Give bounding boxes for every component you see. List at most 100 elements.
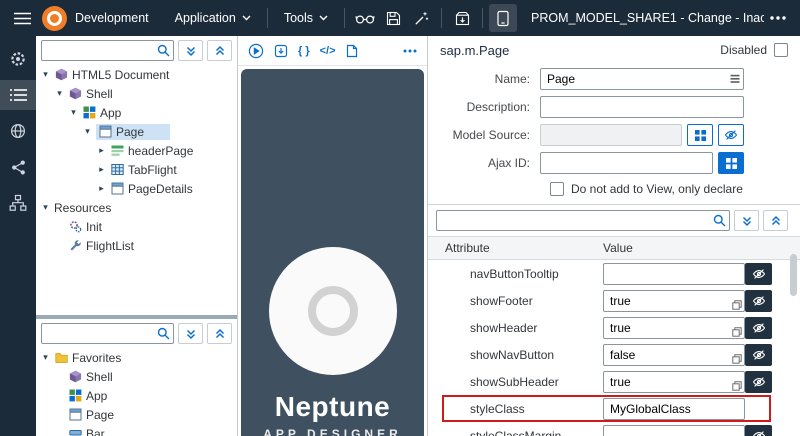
ajax-id-field-row: Ajax ID: xyxy=(440,152,788,174)
neptune-splash-logo xyxy=(268,247,397,375)
menu-icon[interactable] xyxy=(8,4,36,32)
bind-copy-icon[interactable] xyxy=(732,380,742,391)
declare-checkbox[interactable] xyxy=(550,182,564,196)
code-icon[interactable]: </> xyxy=(320,45,336,57)
bind-copy-icon[interactable] xyxy=(732,326,742,337)
settings-gear-icon[interactable] xyxy=(0,44,36,74)
favorites-search-input[interactable] xyxy=(41,323,174,344)
tree-item-resources[interactable]: ▾ Resources xyxy=(36,198,237,217)
app-grid-icon xyxy=(68,389,83,403)
ajax-id-button[interactable] xyxy=(718,152,744,174)
attribute-value-input[interactable] xyxy=(603,370,745,393)
expand-arrow[interactable]: ▾ xyxy=(54,88,65,99)
model-source-field-row: Model Source: xyxy=(440,124,788,146)
file-icon[interactable] xyxy=(346,44,358,58)
tree-item-label: Bar xyxy=(86,426,105,436)
attributes-search-bar xyxy=(428,204,800,236)
expand-arrow[interactable]: ▾ xyxy=(82,126,93,137)
tree-item-html5-document[interactable]: ▾ HTML5 Document xyxy=(36,65,237,84)
disabled-checkbox[interactable] xyxy=(774,43,788,57)
tree-item-fav-page[interactable]: Page xyxy=(36,405,237,424)
attribute-row-navbuttontooltip: navButtonTooltip xyxy=(428,260,800,287)
tree-item-init[interactable]: Init xyxy=(36,217,237,236)
tree-item-label: Shell xyxy=(86,86,113,101)
visibility-button[interactable] xyxy=(745,316,772,339)
tree-item-fav-shell[interactable]: Shell xyxy=(36,367,237,386)
device-preview-icon[interactable] xyxy=(489,4,517,32)
tree-item-label: TabFlight xyxy=(128,162,177,177)
model-source-visibility-button[interactable] xyxy=(718,124,744,146)
expand-all-button[interactable] xyxy=(178,323,203,344)
tools-menu[interactable]: Tools xyxy=(274,0,338,36)
ajax-id-input[interactable] xyxy=(540,152,713,174)
properties-panel: sap.m.Page Disabled Name: Description: M… xyxy=(428,36,800,436)
wand-icon[interactable] xyxy=(407,4,435,32)
tree-item-fav-app[interactable]: App xyxy=(36,386,237,405)
attribute-value-input[interactable] xyxy=(603,343,745,366)
share-icon[interactable] xyxy=(0,152,36,182)
scrollbar-thumb[interactable] xyxy=(790,254,797,296)
more-icon[interactable] xyxy=(403,49,417,53)
tree-item-fav-bar[interactable]: Bar xyxy=(36,424,237,436)
run-icon[interactable] xyxy=(248,43,264,59)
bind-copy-icon[interactable] xyxy=(732,353,742,364)
tree-item-tabflight[interactable]: ▸ TabFlight xyxy=(36,160,237,179)
attribute-value-input[interactable] xyxy=(603,424,745,436)
tree-item-flightlist[interactable]: FlightList xyxy=(36,236,237,255)
tree-item-favorites[interactable]: ▾ Favorites xyxy=(36,348,237,367)
attribute-name: showFooter xyxy=(470,293,533,308)
bind-copy-icon[interactable] xyxy=(732,299,742,310)
visibility-button[interactable] xyxy=(745,262,772,285)
outline-list-icon[interactable] xyxy=(0,80,36,110)
collapse-all-button[interactable] xyxy=(763,210,788,231)
collapse-all-button[interactable] xyxy=(207,323,232,344)
description-field-row: Description: xyxy=(440,96,788,118)
expand-arrow[interactable]: ▸ xyxy=(96,164,107,175)
tree-item-pagedetails[interactable]: ▸ PageDetails xyxy=(36,179,237,198)
model-source-browse-button[interactable] xyxy=(687,124,713,146)
application-menu[interactable]: Application xyxy=(165,0,261,36)
export-icon[interactable] xyxy=(274,44,288,58)
expand-arrow[interactable]: ▾ xyxy=(40,69,51,80)
collapse-all-button[interactable] xyxy=(207,40,232,61)
description-input[interactable] xyxy=(540,96,744,118)
expand-arrow[interactable]: ▾ xyxy=(68,107,79,118)
search-icon xyxy=(157,327,170,340)
name-input[interactable] xyxy=(540,68,744,90)
save-icon[interactable] xyxy=(379,4,407,32)
attribute-row-styleclass-highlighted: styleClass xyxy=(428,395,800,422)
left-rail xyxy=(0,36,36,436)
hierarchy-icon[interactable] xyxy=(0,188,36,218)
globe-icon[interactable] xyxy=(0,116,36,146)
outline-search-input[interactable] xyxy=(41,40,174,61)
attribute-value-input[interactable] xyxy=(603,289,745,312)
neptune-logo-icon[interactable] xyxy=(42,5,67,31)
device-preview[interactable]: Neptune APP DESIGNER xyxy=(241,69,424,436)
attribute-value-input[interactable] xyxy=(603,397,745,420)
tree-item-shell[interactable]: ▾ Shell xyxy=(36,84,237,103)
tree-item-page[interactable]: ▾ Page xyxy=(36,122,237,141)
expand-arrow[interactable]: ▸ xyxy=(96,145,107,156)
tree-item-headerpage[interactable]: ▸ headerPage xyxy=(36,141,237,160)
visibility-button[interactable] xyxy=(745,343,772,366)
outline-search-bar xyxy=(36,36,237,65)
tree-item-app[interactable]: ▾ App xyxy=(36,103,237,122)
expand-arrow[interactable]: ▾ xyxy=(40,352,51,363)
visibility-button[interactable] xyxy=(745,424,772,436)
preview-glasses-icon[interactable] xyxy=(351,4,379,32)
attribute-value-input[interactable] xyxy=(603,262,745,285)
deploy-icon[interactable] xyxy=(448,4,476,32)
selected-tree-item[interactable]: Page xyxy=(96,123,171,140)
expand-arrow[interactable]: ▾ xyxy=(40,202,51,213)
expand-all-button[interactable] xyxy=(734,210,759,231)
expand-arrow[interactable]: ▸ xyxy=(96,183,107,194)
eye-crossed-icon xyxy=(752,376,765,387)
visibility-button[interactable] xyxy=(745,370,772,393)
attribute-value-input[interactable] xyxy=(603,316,745,339)
visibility-button[interactable] xyxy=(745,289,772,312)
value-help-icon[interactable] xyxy=(730,74,740,84)
attributes-search-input[interactable] xyxy=(436,210,730,231)
braces-icon[interactable]: { } xyxy=(298,45,310,57)
expand-all-button[interactable] xyxy=(178,40,203,61)
overflow-menu-icon[interactable] xyxy=(764,4,792,32)
